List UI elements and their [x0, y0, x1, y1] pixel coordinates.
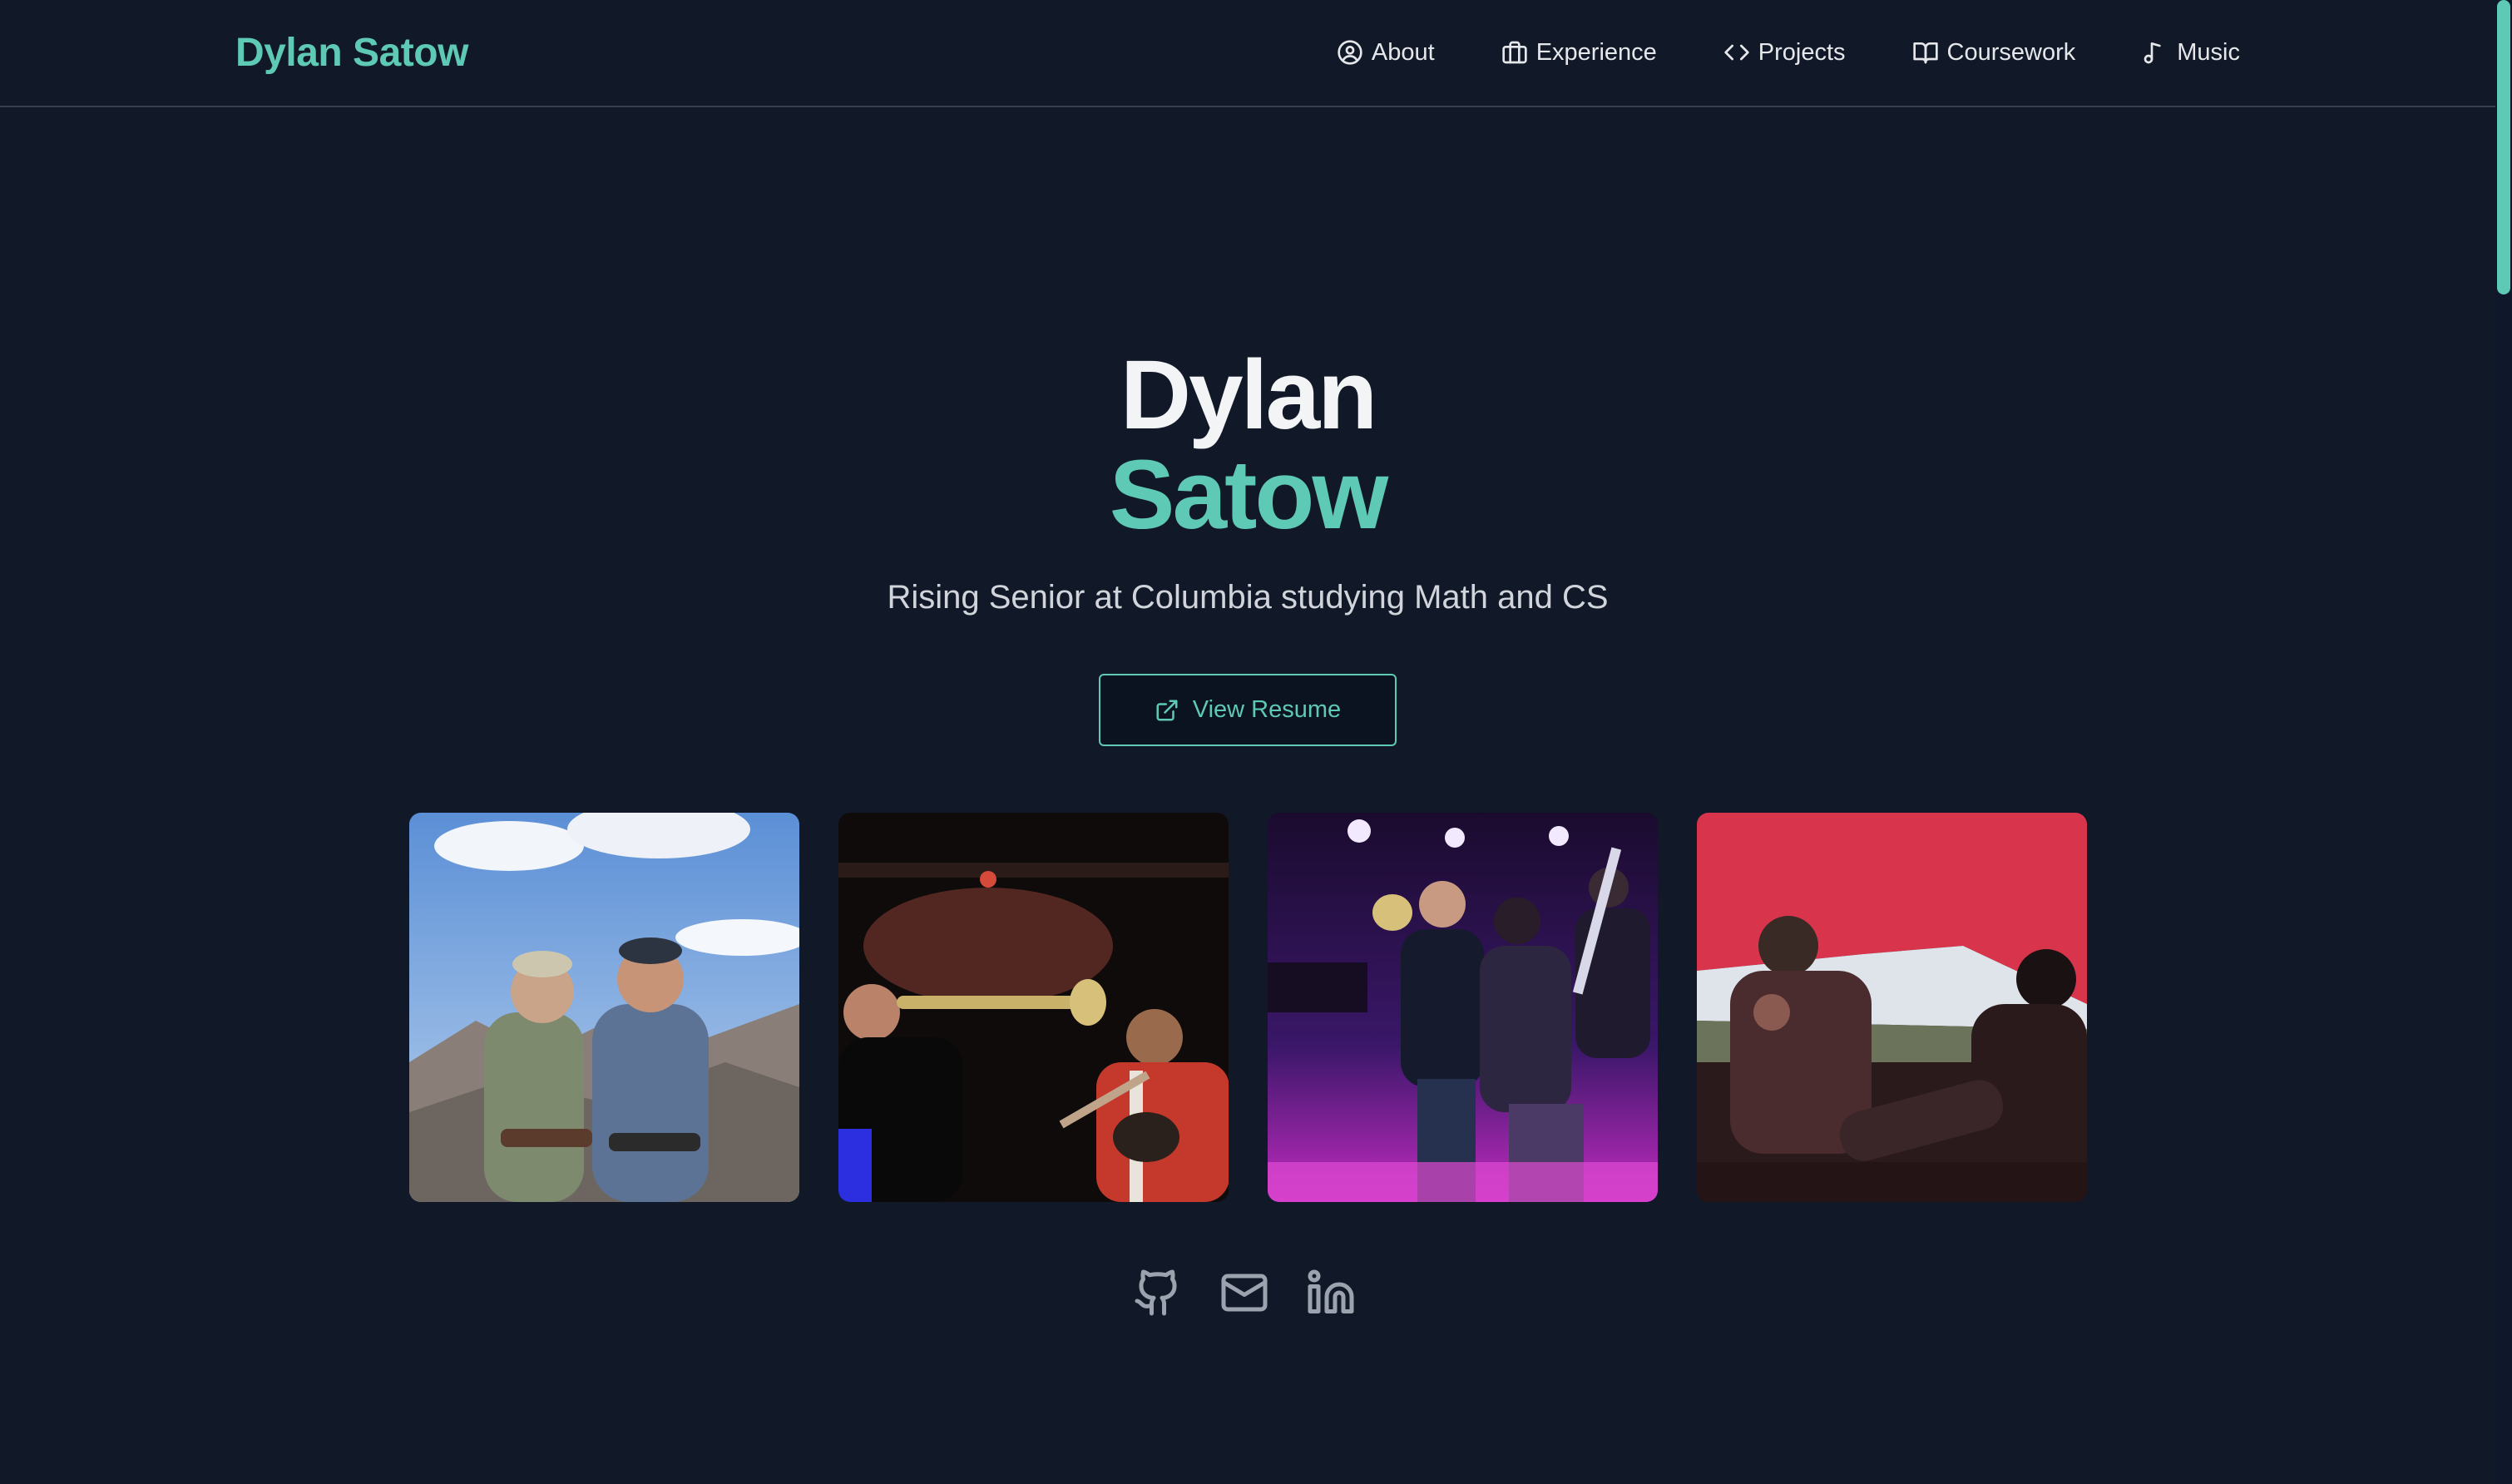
nav-about[interactable]: About [1337, 32, 1435, 73]
linkedin-link[interactable] [1306, 1268, 1356, 1322]
tent-red-photo [1697, 813, 2087, 1202]
book-open-icon [1912, 42, 1938, 64]
nav-experience[interactable]: Experience [1501, 32, 1657, 73]
mountain-summit-photo [409, 813, 799, 1202]
github-icon [1135, 1269, 1177, 1316]
scrollbar-thumb[interactable] [2497, 0, 2510, 294]
github-link[interactable] [1133, 1268, 1183, 1322]
nav-coursework-label: Coursework [1946, 39, 2076, 66]
music-note-icon [2144, 42, 2161, 64]
email-link[interactable] [1219, 1268, 1269, 1322]
site-brand[interactable]: Dylan Satow [235, 28, 468, 78]
nav-projects[interactable]: Projects [1723, 32, 1846, 73]
mail-icon [1221, 1274, 1268, 1312]
nav-music[interactable]: Music [2142, 32, 2240, 73]
nav-coursework[interactable]: Coursework [1912, 32, 2076, 73]
hero-first-name: Dylan [1120, 340, 1377, 450]
linkedin-icon [1308, 1269, 1354, 1313]
band-stage-purple-photo [1268, 813, 1658, 1202]
nav-experience-label: Experience [1535, 39, 1657, 66]
external-link-icon [1156, 700, 1178, 720]
page-scrollbar[interactable] [2495, 0, 2512, 1484]
hero-last-name: Satow [1109, 440, 1389, 550]
user-circle-icon [1338, 40, 1362, 65]
view-resume-label: View Resume [1192, 696, 1342, 723]
main-nav: About Experience Projects Coursework Mus… [1337, 32, 2240, 73]
view-resume-button[interactable]: View Resume [1099, 674, 1397, 746]
nav-music-label: Music [2177, 39, 2240, 66]
nav-about-label: About [1371, 39, 1435, 66]
top-navigation-bar: Dylan Satow About Experience Projects Co… [0, 0, 2495, 107]
band-trumpet-photo [838, 813, 1229, 1202]
briefcase-icon [1502, 41, 1527, 64]
code-icon [1724, 44, 1749, 61]
hero-tagline: Rising Senior at Columbia studying Math … [887, 579, 1609, 616]
nav-projects-label: Projects [1758, 39, 1846, 66]
social-links [1133, 1268, 1356, 1322]
